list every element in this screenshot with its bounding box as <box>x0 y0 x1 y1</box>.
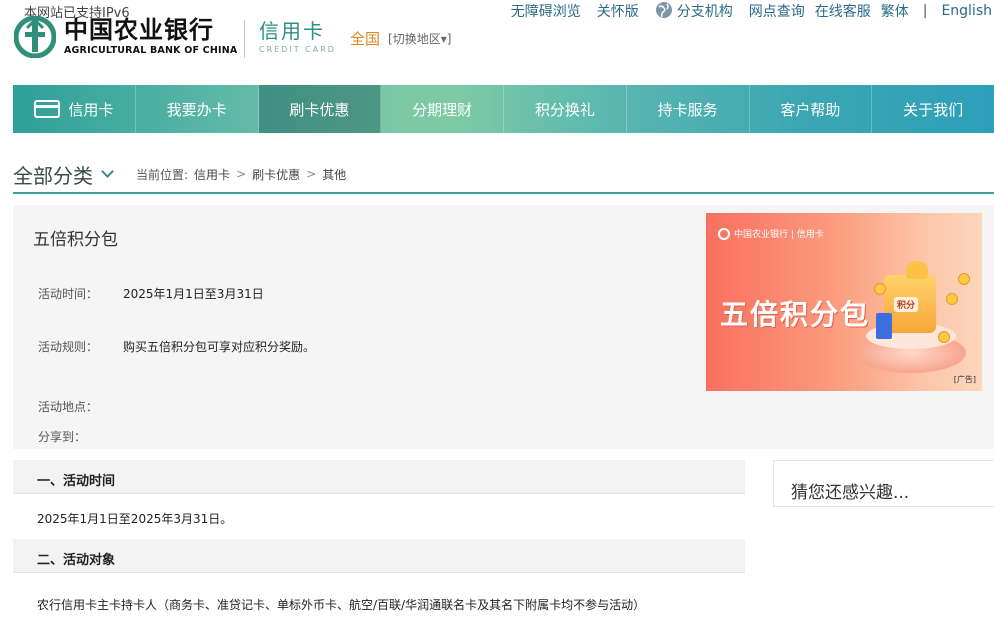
accessible-browse-link[interactable]: 无障碍浏览 <box>511 1 581 21</box>
credit-card-icon <box>34 100 61 118</box>
section-body-target: 农行信用卡主卡持卡人（商务卡、准贷记卡、单标外币卡、航空/百联/华润通联名卡及其… <box>37 598 646 612</box>
region-switch-link[interactable]: [切换地区▾] <box>388 30 451 47</box>
logo-chinese-name: 中国农业银行 <box>64 15 214 44</box>
nav-item-about-us[interactable]: 关于我们 <box>872 85 994 133</box>
coin-icon <box>946 293 958 305</box>
promo-banner[interactable]: 中国农业银行 | 信用卡 积分 五倍积分包 [广告] <box>706 213 982 391</box>
nav-item-credit-card[interactable]: 信用卡 <box>13 85 136 133</box>
bank-logo[interactable]: 中国农业银行 AGRICULTURAL BANK OF CHINA <box>14 16 237 58</box>
nav-label: 客户帮助 <box>780 100 841 119</box>
breadcrumb: 当前位置: 信用卡 > 刷卡优惠 > 其他 <box>136 166 346 183</box>
nav-label: 持卡服务 <box>657 100 718 119</box>
nav-item-card-offers[interactable]: 刷卡优惠 <box>258 85 382 133</box>
region-name: 全国 <box>350 30 381 48</box>
abc-emblem-icon <box>718 227 730 240</box>
link-separator: | <box>922 3 928 19</box>
activity-detail: 一、活动时间 2025年1月1日至2025年3月31日。 二、活动对象 农行信用… <box>13 460 745 619</box>
ad-tag: [广告] <box>953 375 976 384</box>
traditional-chinese-link[interactable]: 繁体 <box>881 1 909 21</box>
share-to-label: 分享到： <box>38 430 87 444</box>
breadcrumb-item-card-offers[interactable]: 刷卡优惠 <box>252 166 300 183</box>
main-nav: 信用卡 我要办卡 刷卡优惠 分期理财 积分换礼 持卡服务 客户帮助 关于我们 <box>13 85 994 133</box>
activity-time-label: 活动时间： <box>38 287 99 301</box>
nav-item-customer-help[interactable]: 客户帮助 <box>750 85 873 133</box>
section-heading-target: 二、活动对象 <box>13 539 745 573</box>
breadcrumb-item-other: 其他 <box>322 167 347 182</box>
outlet-search-link[interactable]: 网点查询 <box>749 1 805 21</box>
credit-card-cn: 信用卡 <box>259 19 325 43</box>
online-service-link[interactable]: 在线客服 <box>815 1 871 21</box>
activity-place-label: 活动地点： <box>38 400 99 414</box>
section-body-time: 2025年1月1日至2025年3月31日。 <box>37 512 233 526</box>
breadcrumb-item-credit-card[interactable]: 信用卡 <box>194 166 230 183</box>
current-position-label: 当前位置: <box>136 167 189 182</box>
gift-points-label: 积分 <box>894 297 919 312</box>
nav-label: 刷卡优惠 <box>289 100 350 119</box>
activity-rule-value: 购买五倍积分包可享对应积分奖励。 <box>123 340 316 354</box>
nav-item-points-gifts[interactable]: 积分换礼 <box>504 85 627 133</box>
activity-title: 五倍积分包 <box>33 230 118 250</box>
nav-item-installment[interactable]: 分期理财 <box>381 85 504 133</box>
logo-divider <box>244 20 245 58</box>
all-categories-dropdown[interactable]: 全部分类 <box>13 160 114 189</box>
coin-icon <box>874 283 886 295</box>
globe-icon <box>655 2 672 18</box>
english-link[interactable]: English <box>941 3 992 19</box>
care-version-link[interactable]: 关怀版 <box>597 1 639 21</box>
branches-label: 分支机构 <box>676 4 733 20</box>
banner-logo: 中国农业银行 | 信用卡 <box>718 227 824 240</box>
top-links: 无障碍浏览 关怀版 分支机构 网点查询 在线客服 繁体 | English <box>495 1 992 21</box>
shopping-bag-graphic <box>876 313 892 339</box>
chevron-down-icon <box>101 164 114 178</box>
all-categories-label: 全部分类 <box>13 163 93 188</box>
activity-rule-label: 活动规则： <box>38 340 99 354</box>
nav-label: 我要办卡 <box>166 100 227 119</box>
nav-item-apply-card[interactable]: 我要办卡 <box>136 85 259 133</box>
breadcrumb-arrow: > <box>306 167 317 181</box>
branches-link[interactable]: 分支机构 <box>655 1 733 21</box>
nav-label: 分期理财 <box>412 100 473 119</box>
related-interest-panel: 猜您还感兴趣... <box>773 460 994 507</box>
banner-headline: 五倍积分包 <box>720 298 871 331</box>
interest-title: 猜您还感兴趣... <box>791 483 910 503</box>
region-selector: 全国 [切换地区▾] <box>350 28 451 49</box>
activity-summary: 五倍积分包 活动时间： 2025年1月1日至3月31日 活动规则： 购买五倍积分… <box>13 205 994 449</box>
nav-label: 关于我们 <box>903 100 964 119</box>
activity-time-value: 2025年1月1日至3月31日 <box>123 287 264 301</box>
banner-logo-text: 中国农业银行 | 信用卡 <box>734 230 824 240</box>
coin-icon <box>958 273 970 285</box>
breadcrumb-arrow: > <box>236 167 247 181</box>
nav-item-card-service[interactable]: 持卡服务 <box>627 85 750 133</box>
nav-label: 信用卡 <box>68 100 114 119</box>
breadcrumb-row: 全部分类 当前位置: 信用卡 > 刷卡优惠 > 其他 <box>13 156 994 194</box>
nav-label: 积分换礼 <box>534 100 595 119</box>
credit-card-label: 信用卡 CREDIT CARD <box>259 18 336 56</box>
coin-icon <box>938 331 950 343</box>
logo-english-name: AGRICULTURAL BANK OF CHINA <box>64 45 238 56</box>
section-heading-time: 一、活动时间 <box>13 460 745 494</box>
abc-emblem-icon <box>14 16 56 58</box>
credit-card-en: CREDIT CARD <box>259 45 336 54</box>
gift-ribbon-graphic <box>906 261 928 279</box>
